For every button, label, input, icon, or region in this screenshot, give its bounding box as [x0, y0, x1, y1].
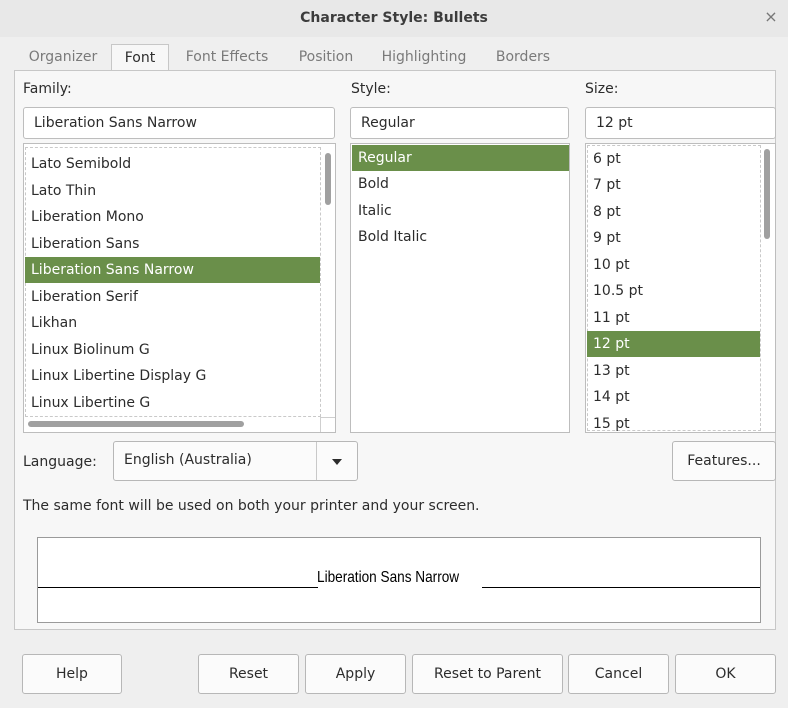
tab-organizer[interactable]: Organizer: [20, 47, 106, 71]
style-item[interactable]: Italic: [352, 198, 569, 224]
size-item[interactable]: 7 pt: [587, 172, 760, 198]
size-item-selected[interactable]: 12 pt: [587, 331, 760, 357]
apply-button[interactable]: Apply: [305, 654, 406, 694]
family-list[interactable]: Lato Semibold Lato Thin Liberation Mono …: [23, 143, 336, 433]
size-item[interactable]: 14 pt: [587, 384, 760, 410]
reset-to-parent-button[interactable]: Reset to Parent: [412, 654, 563, 694]
style-item-selected[interactable]: Regular: [352, 145, 569, 171]
family-vertical-scrollbar[interactable]: [325, 153, 331, 205]
font-info-text: The same font will be used on both your …: [23, 498, 480, 514]
family-item[interactable]: Linux Biolinum G: [25, 337, 320, 363]
family-input[interactable]: Liberation Sans Narrow: [23, 107, 335, 139]
close-icon[interactable]: ×: [762, 8, 780, 26]
family-item[interactable]: Liberation Sans: [25, 231, 320, 257]
family-item[interactable]: Linux Libertine Display G: [25, 363, 320, 389]
family-item[interactable]: Lato Thin: [25, 178, 320, 204]
size-item[interactable]: 13 pt: [587, 358, 760, 384]
style-input[interactable]: Regular: [350, 107, 569, 139]
preview-text: Liberation Sans Narrow: [317, 569, 460, 586]
tab-highlighting[interactable]: Highlighting: [372, 47, 476, 71]
size-item[interactable]: 10.5 pt: [587, 278, 760, 304]
language-dropdown[interactable]: English (Australia): [113, 441, 358, 481]
family-item[interactable]: Liberation Serif: [25, 284, 320, 310]
size-vertical-scrollbar[interactable]: [764, 149, 770, 239]
scroll-corner: [320, 417, 335, 432]
family-label: Family:: [23, 81, 72, 97]
family-item-selected[interactable]: Liberation Sans Narrow: [25, 257, 320, 283]
size-item[interactable]: 9 pt: [587, 225, 760, 251]
style-list[interactable]: Regular Bold Italic Bold Italic: [350, 143, 570, 433]
size-item[interactable]: 15 pt: [587, 411, 760, 432]
window-title: Character Style: Bullets: [300, 10, 488, 26]
preview-baseline-right: [482, 587, 760, 588]
language-label: Language:: [23, 454, 97, 470]
size-item[interactable]: 10 pt: [587, 252, 760, 278]
style-label: Style:: [351, 81, 391, 97]
dropdown-divider: [316, 442, 317, 480]
size-item[interactable]: 8 pt: [587, 199, 760, 225]
tab-borders[interactable]: Borders: [487, 47, 559, 71]
family-item[interactable]: Liberation Mono: [25, 204, 320, 230]
preview-baseline-left: [38, 587, 318, 588]
size-input[interactable]: 12 pt: [585, 107, 776, 139]
family-item[interactable]: Lato Semibold: [25, 151, 320, 177]
size-list[interactable]: 6 pt 7 pt 8 pt 9 pt 10 pt 10.5 pt 11 pt …: [585, 143, 776, 433]
chevron-down-icon[interactable]: [332, 459, 342, 465]
language-value: English (Australia): [124, 452, 252, 468]
help-button[interactable]: Help: [22, 654, 122, 694]
style-item[interactable]: Bold: [352, 171, 569, 197]
ok-button[interactable]: OK: [675, 654, 776, 694]
features-button[interactable]: Features...: [672, 441, 776, 481]
size-item[interactable]: 11 pt: [587, 305, 760, 331]
family-item[interactable]: Likhan: [25, 310, 320, 336]
reset-button[interactable]: Reset: [198, 654, 299, 694]
family-horizontal-scrollbar[interactable]: [28, 421, 244, 427]
style-item[interactable]: Bold Italic: [352, 224, 569, 250]
cancel-button[interactable]: Cancel: [568, 654, 669, 694]
tab-font-effects[interactable]: Font Effects: [176, 47, 278, 71]
family-item[interactable]: Linux Libertine G: [25, 390, 320, 416]
tab-font[interactable]: Font: [111, 44, 169, 70]
size-label: Size:: [585, 81, 619, 97]
size-item[interactable]: 6 pt: [587, 146, 760, 172]
tab-position[interactable]: Position: [290, 47, 362, 71]
